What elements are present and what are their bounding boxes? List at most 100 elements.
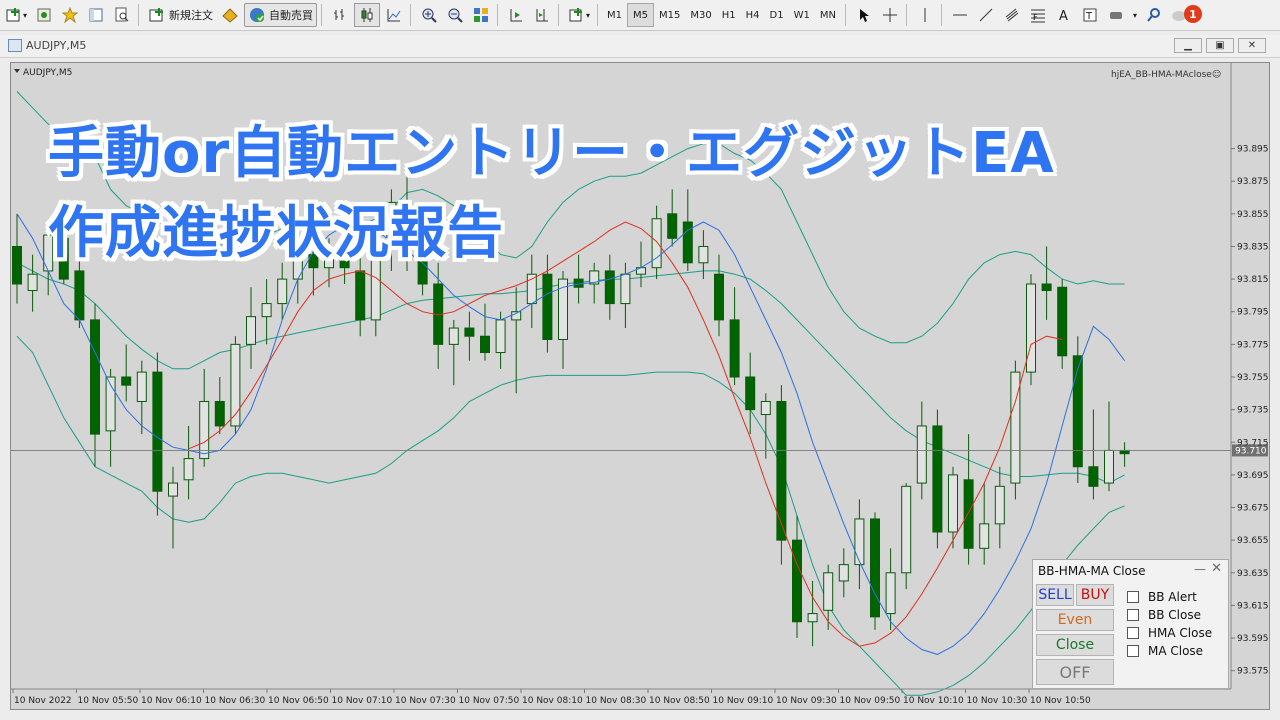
candle-body-bear [667, 213, 678, 239]
bb-close-checkbox[interactable]: BB Close [1127, 608, 1201, 622]
x-tick-label: 10 Nov 08:30 [586, 696, 647, 706]
candle-body-bear [1088, 466, 1099, 487]
candle [573, 254, 584, 304]
candle [558, 270, 568, 369]
candle-body-bear [604, 270, 615, 305]
market-watch-button[interactable] [84, 3, 108, 27]
timeframe-mn[interactable]: MN [815, 4, 841, 26]
timeframe-h4[interactable]: H4 [741, 4, 765, 26]
x-tick-label: 10 Nov 08:50 [649, 696, 710, 706]
y-tick-label: 93.835 [1237, 242, 1269, 252]
new-chart-button[interactable]: ▾ [2, 3, 30, 27]
chart-shift-button[interactable] [530, 3, 554, 27]
zoom-out-button[interactable] [443, 3, 467, 27]
indicators-button[interactable]: ▾ [565, 3, 593, 27]
y-tick-label: 93.595 [1237, 634, 1269, 644]
line-chart-button[interactable] [382, 3, 406, 27]
bar-chart-button[interactable] [328, 3, 352, 27]
y-tick-label: 93.635 [1237, 569, 1269, 579]
panel-minimize-button[interactable]: — [1194, 562, 1206, 576]
timeframe-h1[interactable]: H1 [717, 4, 741, 26]
tile-windows-button[interactable] [469, 3, 493, 27]
text-label-button[interactable]: T [1078, 3, 1102, 27]
notifications-button[interactable]: 1 [1168, 1, 1208, 29]
toolbar-separator [844, 4, 846, 26]
ma-close-checkbox[interactable]: MA Close [1127, 644, 1203, 658]
overlay-title-line1: 手動or自動エントリー・エグジットEA [48, 121, 1055, 186]
vertical-line-icon [916, 6, 934, 24]
y-tick-label: 93.655 [1237, 536, 1269, 546]
timeframe-d1[interactable]: D1 [765, 4, 789, 26]
checkbox-label: BB Alert [1148, 590, 1197, 604]
search-icon [1145, 6, 1163, 24]
vertical-line-button[interactable] [913, 3, 937, 27]
meta-editor-button[interactable] [218, 3, 242, 27]
timeframe-m5[interactable]: M5 [627, 3, 655, 27]
x-tick-label: 10 Nov 05:50 [78, 696, 139, 706]
bb-alert-checkbox[interactable]: BB Alert [1127, 590, 1197, 604]
x-tick-label: 10 Nov 10:10 [903, 696, 964, 706]
zoom-in-button[interactable] [417, 3, 441, 27]
even-button[interactable]: Even [1036, 609, 1114, 631]
chart-menu-arrow-icon[interactable] [14, 69, 20, 73]
timeframe-m30[interactable]: M30 [685, 4, 716, 26]
buy-button[interactable]: BUY [1076, 584, 1114, 606]
toolbar-separator [497, 4, 499, 26]
candle [792, 515, 802, 639]
arrows-button[interactable] [1104, 3, 1128, 27]
panel-close-button[interactable]: ✕ [1211, 561, 1222, 576]
minimize-button[interactable]: ▁ [1174, 38, 1202, 53]
notification-badge: 1 [1183, 5, 1202, 23]
maximize-button[interactable]: ▣ [1206, 38, 1234, 53]
chart-window-titlebar[interactable]: AUDJPY,M5 ▁ ▣ ✕ [0, 35, 1280, 58]
candle-chart-button[interactable] [354, 3, 381, 27]
search-button[interactable] [1142, 3, 1166, 27]
chart-shift-icon [533, 6, 551, 24]
text-icon: A [1055, 6, 1073, 24]
timeframe-m15[interactable]: M15 [654, 4, 685, 26]
close-window-button[interactable]: ✕ [1238, 38, 1266, 53]
candle [214, 377, 225, 435]
trendline-button[interactable] [974, 3, 998, 27]
timeframe-m1[interactable]: M1 [602, 4, 627, 26]
candle [870, 512, 880, 630]
indicators-icon [568, 6, 586, 24]
auto-trading-button[interactable]: 自動売買 [244, 3, 318, 27]
chart-window-icon [8, 39, 22, 52]
favorites-button[interactable] [58, 3, 82, 27]
star-icon [61, 6, 79, 24]
dropdown-arrow-icon: ▾ [586, 10, 591, 20]
trendline-icon [977, 6, 995, 24]
candle-body-bear [1041, 283, 1052, 292]
y-tick-label: 93.895 [1237, 145, 1269, 155]
y-tick-label: 93.695 [1237, 471, 1269, 481]
candle [994, 466, 1005, 549]
checkbox-box[interactable] [1127, 627, 1139, 639]
more-tools-button[interactable]: ▾ [1130, 3, 1140, 27]
checkbox-box[interactable] [1127, 591, 1139, 603]
new-order-button[interactable]: 新規注文 [145, 3, 216, 27]
x-tick-label: 10 Nov 06:10 [141, 696, 202, 706]
channel-icon [1003, 6, 1021, 24]
cursor-tool-button[interactable] [852, 3, 876, 27]
auto-scroll-button[interactable] [504, 3, 528, 27]
profiles-button[interactable] [32, 3, 56, 27]
close-positions-button[interactable]: Close [1036, 634, 1114, 656]
off-button[interactable]: OFF [1036, 659, 1114, 685]
candle [121, 344, 132, 402]
checkbox-box[interactable] [1127, 609, 1139, 621]
horizontal-line-button[interactable] [948, 3, 972, 27]
timeframe-w1[interactable]: W1 [789, 4, 815, 26]
text-tool-button[interactable]: A [1052, 3, 1076, 27]
candle [1072, 336, 1083, 484]
channel-button[interactable] [1000, 3, 1024, 27]
candle-body-bull [261, 303, 272, 318]
crosshair-tool-button[interactable] [878, 3, 902, 27]
hma-close-checkbox[interactable]: HMA Close [1127, 626, 1212, 640]
candle-body-bull [1104, 449, 1114, 484]
checkbox-box[interactable] [1127, 645, 1139, 657]
search-chart-button[interactable] [110, 3, 134, 27]
sell-button[interactable]: SELL [1036, 584, 1074, 606]
toolbar-separator [321, 4, 323, 26]
fibonacci-button[interactable]: F [1026, 3, 1050, 27]
